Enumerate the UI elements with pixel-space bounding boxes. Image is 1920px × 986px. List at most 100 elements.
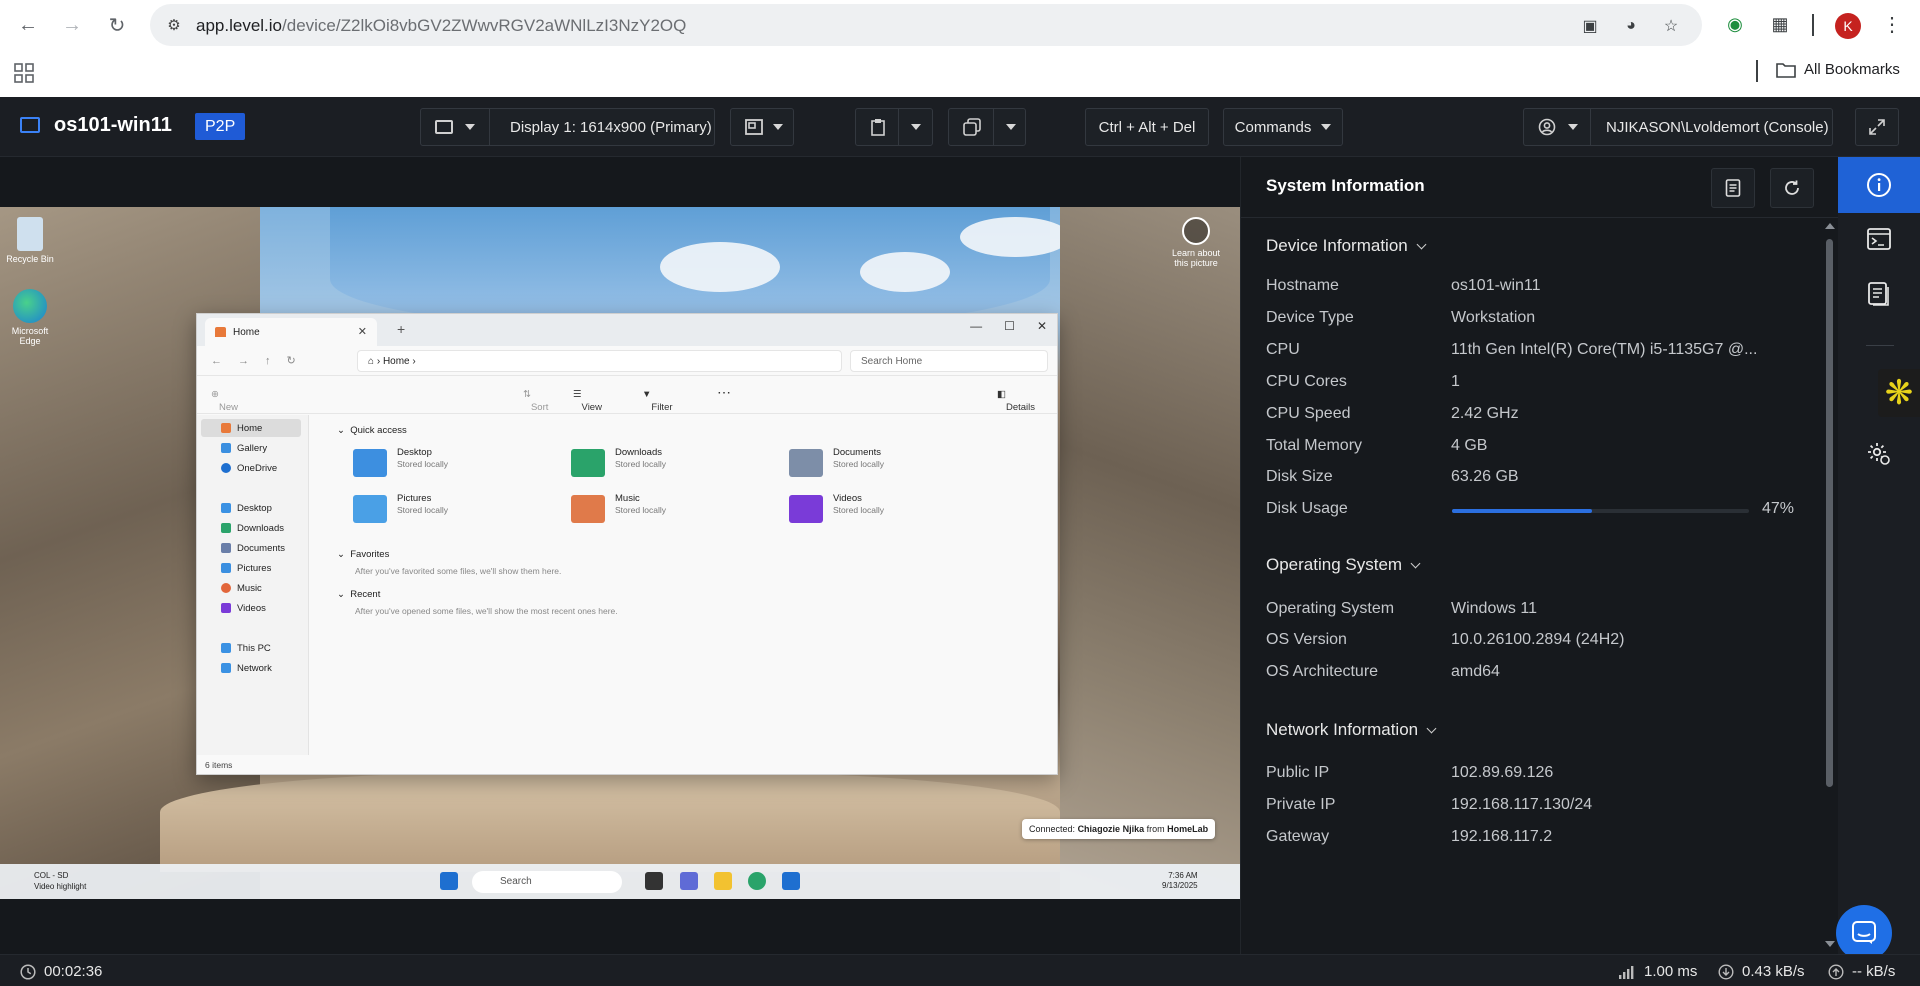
quick-access-header[interactable]: ⌄ Quick access [337,425,407,436]
address-bar[interactable]: ⚙ app.level.io/device/Z2lkOi8vbGV2ZWwvRG… [150,4,1702,46]
store-taskbar-icon[interactable] [782,872,800,890]
nav-item-videos[interactable]: Videos [221,599,266,617]
explorer-path-box[interactable]: ⌂ › Home › [357,350,842,372]
nav-item-desktop[interactable]: Desktop [221,499,272,517]
taskbar-widget[interactable]: COL - SD Video highlight [12,870,86,892]
url-text[interactable]: app.level.io/device/Z2lkOi8vbGV2ZWwvRGV2… [196,16,686,36]
nav-item-music[interactable]: Music [221,579,262,597]
recycle-bin-icon[interactable]: Recycle Bin [0,217,60,264]
disk-usage-fill [1452,509,1592,513]
operating-system-header[interactable]: Operating System [1266,555,1421,575]
explorer-nav-arrows[interactable]: ←→↑↻ [211,354,312,367]
quick-access-pictures[interactable]: Pictures Stored locally [353,491,553,531]
info-icon [1867,173,1891,197]
network-information-header[interactable]: Network Information [1266,720,1437,740]
extensions-puzzle-icon[interactable]: ▦ [1768,12,1792,36]
panel-scrollbar[interactable] [1822,219,1836,954]
ctrl-alt-del-button[interactable]: Ctrl + Alt + Del [1085,108,1209,146]
nav-item-pictures[interactable]: Pictures [221,559,271,577]
wallpaper-ground [160,772,1060,872]
user-session-selector[interactable]: NJIKASON\Lvoldemort (Console) [1523,108,1833,146]
file-explorer-taskbar-icon[interactable] [714,872,732,890]
commands-menu-button[interactable]: Commands [1223,108,1343,146]
taskbar-search[interactable]: Search [472,871,622,893]
remote-desktop-screen[interactable]: Recycle Bin Microsoft Edge Learn about t… [0,207,1240,899]
explorer-tab-home[interactable]: Home ✕ [205,318,377,346]
level-assistant-icon[interactable]: ❋ [1878,369,1920,417]
nav-item-onedrive[interactable]: OneDrive [221,459,277,477]
fullscreen-button[interactable] [1855,108,1899,146]
explorer-search-box[interactable]: Search Home [850,350,1048,372]
more-options-icon[interactable]: ⋯ [717,384,731,401]
nav-item-network[interactable]: Network [221,659,272,677]
browser-menu-icon[interactable]: ⋮ [1880,12,1904,36]
new-button[interactable]: ⊕ New [211,389,238,413]
nav-item-this-pc[interactable]: This PC [221,639,271,657]
back-icon[interactable]: ← [13,10,43,40]
copilot-icon[interactable] [680,872,698,890]
support-chat-button[interactable] [1836,905,1892,961]
learn-about-picture-icon[interactable]: Learn about this picture [1166,217,1226,268]
nav-item-gallery[interactable]: Gallery [221,439,267,457]
all-bookmarks-button[interactable]: All Bookmarks [1776,61,1900,78]
device-information-header[interactable]: Device Information [1266,236,1427,256]
recent-header[interactable]: ⌄ Recent [337,589,380,600]
wallpaper-rock-right [1060,207,1240,899]
filter-button[interactable]: ▼ Filter [642,389,673,413]
chat-icon [1852,921,1876,944]
nav-item-documents[interactable]: Documents [221,539,285,557]
quick-access-videos[interactable]: Videos Stored locally [789,491,989,531]
maximize-icon[interactable]: ☐ [1004,319,1015,333]
new-tab-icon[interactable]: + [397,321,405,337]
clipboard-menu-button[interactable] [855,108,933,146]
edge-taskbar-icon[interactable] [748,872,766,890]
details-button[interactable]: ◧ Details [997,389,1035,413]
terminal-tab[interactable] [1838,219,1920,259]
extension-robot-icon[interactable]: ◉ [1723,12,1747,36]
disk-size-label: Disk Size [1266,468,1333,485]
chevron-down-icon [911,124,921,130]
private-ip-label: Private IP [1266,796,1336,813]
quick-access-desktop[interactable]: Desktop Stored locally [353,445,553,485]
install-app-icon[interactable]: ▣ [1579,15,1601,37]
nav-item-home[interactable]: Home [201,419,301,437]
windows-menu-button[interactable] [948,108,1026,146]
right-tool-rail: ❋ [1838,157,1920,954]
close-tab-icon[interactable]: ✕ [358,325,367,338]
scroll-up-arrow[interactable] [1825,223,1835,229]
tracking-hidden-icon[interactable]: ◕ [1620,15,1642,37]
start-button-icon[interactable] [440,872,458,890]
panel-scroll-area[interactable]: Device Information Hostname os101-win11 … [1241,219,1819,954]
system-info-tab[interactable] [1838,157,1920,213]
site-settings-icon[interactable]: ⚙ [164,15,184,35]
scrollbar-thumb[interactable] [1826,239,1833,787]
settings-tab[interactable] [1838,434,1920,474]
reload-icon[interactable]: ↻ [102,10,132,40]
close-icon[interactable]: ✕ [1037,319,1047,333]
export-document-button[interactable] [1711,168,1755,208]
quick-access-documents[interactable]: Documents Stored locally [789,445,989,485]
taskbar-clock[interactable]: 7:36 AM 9/13/2025 [1162,871,1198,891]
layout-menu-button[interactable] [730,108,794,146]
bookmark-star-icon[interactable]: ☆ [1660,15,1682,37]
favorites-header[interactable]: ⌄ Favorites [337,549,389,560]
quick-access-downloads[interactable]: Downloads Stored locally [571,445,771,485]
disk-usage-label: Disk Usage [1266,500,1348,517]
sort-button[interactable]: ⇅ Sort [523,389,548,413]
apps-grid-icon[interactable] [14,63,34,83]
scroll-down-arrow[interactable] [1825,941,1835,947]
nav-item-downloads[interactable]: Downloads [221,519,284,537]
forward-icon[interactable]: → [57,10,87,40]
remote-viewport[interactable]: Recycle Bin Microsoft Edge Learn about t… [0,157,1240,954]
profile-avatar[interactable]: K [1835,13,1861,39]
edge-icon[interactable]: Microsoft Edge [0,289,60,346]
explorer-content: ⌄ Quick access Desktop Stored locally Do… [315,415,1055,755]
quick-access-music[interactable]: Music Stored locally [571,491,771,531]
view-button[interactable]: ☰ View [573,389,602,413]
file-explorer-window[interactable]: Home ✕ + — ☐ ✕ ←→↑↻ ⌂ › Home › Search Ho… [196,313,1058,775]
minimize-icon[interactable]: — [970,319,982,333]
task-view-icon[interactable] [645,872,663,890]
notes-tab[interactable] [1838,274,1920,314]
display-selector[interactable]: Display 1: 1614x900 (Primary) [420,108,715,146]
refresh-button[interactable] [1770,168,1814,208]
